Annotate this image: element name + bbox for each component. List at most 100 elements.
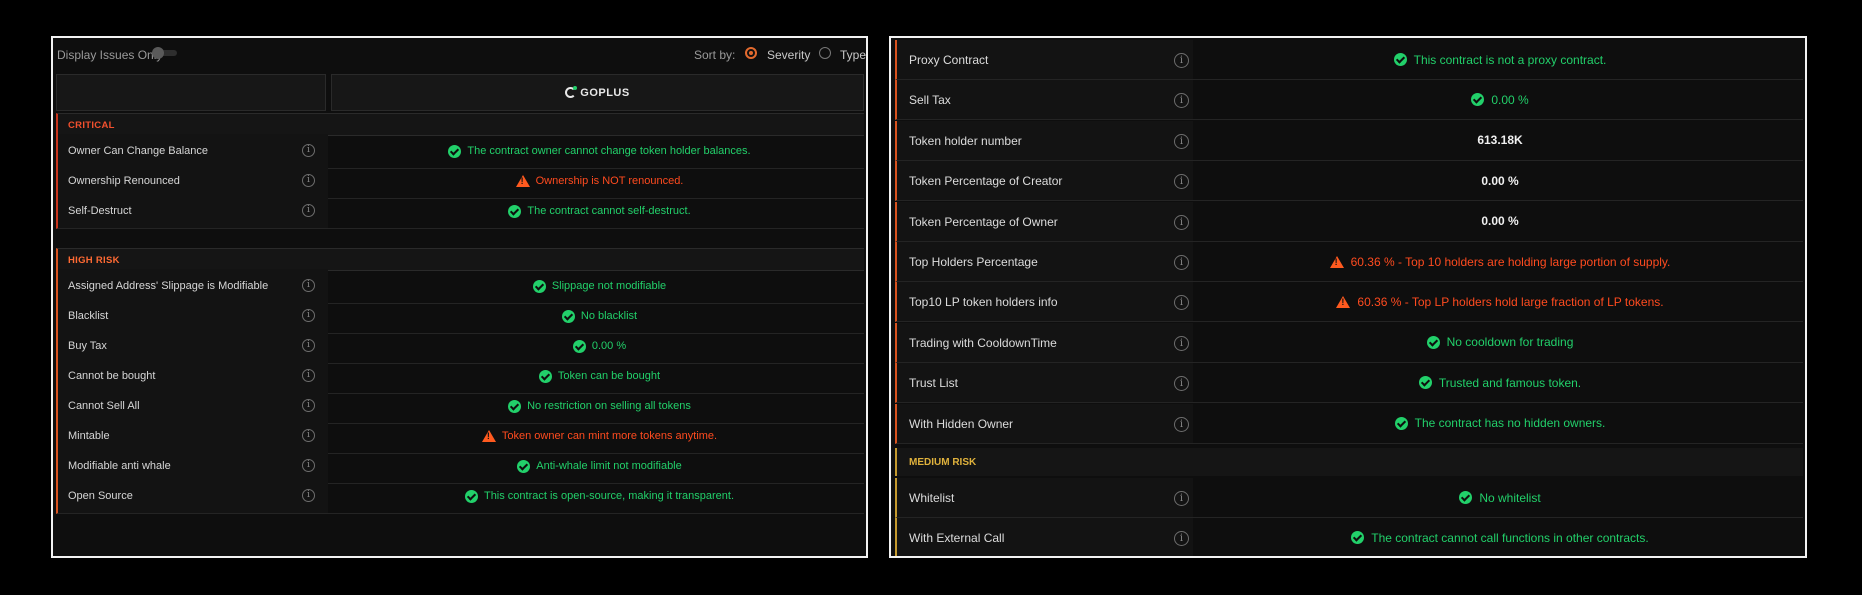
table-row: With Hidden Owner i The contract has no hi… (895, 403, 1805, 444)
row-value-cell: 0.00 % (1195, 161, 1805, 200)
row-label: Sell Tax (909, 93, 951, 108)
info-icon[interactable]: i (302, 429, 315, 442)
row-label-cell: Ownership Renounced i (58, 164, 328, 198)
row-value-cell: 0.00 % (1195, 80, 1805, 119)
info-icon[interactable]: i (302, 369, 315, 382)
info-icon[interactable]: i (1174, 255, 1189, 270)
row-value-cell: The contract cannot call functions in ot… (1195, 518, 1805, 556)
info-icon[interactable]: i (1174, 174, 1189, 190)
row-label-cell: Assigned Address' Slippage is Modifiable… (58, 269, 328, 303)
info-icon[interactable]: i (1174, 214, 1189, 230)
sort-by-label: Sort by: (694, 48, 736, 62)
table-row: Proxy Contract i This contract is not a pr… (895, 40, 1803, 80)
display-issues-label: Display Issues Only (57, 48, 163, 62)
security-panel-left: Display Issues Only Sort by: Severity Ty… (51, 36, 868, 558)
row-value-cell: The contract has no hidden owners. (1195, 404, 1805, 443)
info-icon[interactable]: i (1174, 531, 1189, 546)
row-value-cell: 0.00 % (1195, 202, 1805, 241)
row-value-cell: No whitelist (1195, 478, 1805, 517)
table-row: Open Source i This contract is open-source… (56, 479, 864, 514)
info-icon[interactable]: i (1174, 335, 1189, 351)
row-value: This contract is open-source, making it … (483, 490, 735, 502)
section-medium-risk-label: MEDIUM RISK (909, 457, 977, 468)
info-icon[interactable]: i (302, 339, 315, 352)
row-value-cell: No restriction on selling all tokens (333, 389, 866, 423)
filter-bar: Display Issues Only Sort by: Severity Ty… (53, 38, 866, 68)
row-value-cell: Ownership is NOT renounced. (333, 164, 866, 198)
info-icon[interactable]: i (302, 174, 315, 187)
info-icon[interactable]: i (1174, 133, 1189, 149)
row-label-cell: Token holder number i (897, 120, 1193, 160)
row-label-cell: Cannot Sell All i (58, 389, 328, 423)
info-icon[interactable]: i (302, 489, 315, 502)
row-value-cell: Anti-whale limit not modifiable (333, 449, 866, 483)
section-medium-risk: MEDIUM RISK (895, 448, 1803, 476)
row-value: The contract cannot call functions in ot… (1371, 530, 1649, 545)
row-value-cell: Token owner can mint more tokens anytime… (333, 419, 866, 453)
row-value: Ownership is NOT renounced. (535, 175, 684, 187)
info-icon[interactable]: i (1174, 295, 1189, 311)
row-value: The contract has no hidden owners. (1414, 416, 1606, 431)
section-high-risk: HIGH RISK (56, 248, 864, 271)
row-value: 613.18K (1477, 133, 1523, 148)
row-value: 0.00 % (1481, 214, 1519, 229)
row-label-cell: Mintable i (58, 419, 328, 453)
row-label-cell: Token Percentage of Creator i (897, 161, 1193, 201)
row-value: The contract cannot self-destruct. (527, 205, 691, 217)
info-icon[interactable]: i (1174, 93, 1189, 109)
info-icon[interactable]: i (1174, 53, 1189, 68)
info-icon[interactable]: i (302, 309, 315, 322)
sort-severity-radio[interactable] (745, 47, 757, 59)
info-icon[interactable]: i (302, 459, 315, 472)
row-value-cell: 613.18K (1195, 121, 1805, 160)
row-label: With External Call (909, 531, 1005, 545)
row-label: Owner Can Change Balance (68, 145, 209, 157)
row-label-cell: Buy Tax i (58, 329, 328, 363)
check-circle-icon (517, 459, 531, 473)
row-value-cell: The contract cannot self-destruct. (333, 194, 866, 228)
info-icon[interactable]: i (1174, 416, 1189, 432)
check-circle-icon (1418, 376, 1432, 390)
row-value-cell: Slippage not modifiable (333, 269, 866, 303)
row-value: No restriction on selling all tokens (527, 400, 691, 412)
sort-type-radio[interactable] (819, 47, 831, 59)
row-label-cell: Modifiable anti whale i (58, 449, 328, 483)
warning-triangle-icon (1329, 255, 1344, 268)
toggle-knob[interactable] (152, 47, 164, 59)
row-value-cell: No cooldown for trading (1195, 323, 1805, 362)
row-label-cell: With External Call i (897, 518, 1193, 556)
sort-severity-label[interactable]: Severity (767, 48, 810, 62)
row-label-cell: Proxy Contract i (897, 40, 1193, 79)
row-value: No cooldown for trading (1446, 335, 1574, 350)
warning-triangle-icon (481, 430, 496, 442)
check-circle-icon (1426, 335, 1440, 349)
table-row: Self-Destruct i The contract cannot self-d… (56, 194, 864, 229)
info-icon[interactable]: i (302, 144, 315, 157)
table-row: With External Call i The contract cannot c… (895, 518, 1805, 556)
row-label-cell: Trust List i (897, 363, 1193, 403)
check-circle-icon (508, 204, 522, 218)
info-icon[interactable]: i (302, 399, 315, 412)
row-label-cell: Top Holders Percentage i (897, 242, 1193, 281)
row-label: Top Holders Percentage (909, 255, 1038, 269)
check-circle-icon (561, 309, 575, 323)
info-icon[interactable]: i (1174, 491, 1189, 506)
row-value: Token can be bought (557, 370, 661, 382)
security-panel-right: MEDIUM RISK Proxy Contract i This contract… (889, 36, 1807, 558)
row-label: Self-Destruct (68, 205, 132, 217)
section-critical-label: CRITICAL (68, 120, 115, 131)
goplus-logo-icon (565, 86, 578, 98)
row-value: 60.36 % - Top LP holders hold large frac… (1357, 294, 1664, 309)
display-issues-toggle[interactable] (152, 47, 177, 59)
row-label-cell: Owner Can Change Balance i (58, 134, 328, 168)
row-label: Token holder number (909, 133, 1022, 148)
row-label: Cannot Sell All (68, 400, 140, 412)
info-icon[interactable]: i (302, 204, 315, 217)
info-icon[interactable]: i (302, 279, 315, 292)
table-row: Whitelist i No whitelist (895, 478, 1803, 518)
check-circle-icon (532, 279, 546, 293)
sort-type-label[interactable]: Type (840, 48, 866, 62)
info-icon[interactable]: i (1174, 376, 1189, 392)
row-label: Whitelist (909, 491, 955, 505)
row-label-cell: Self-Destruct i (58, 194, 328, 228)
